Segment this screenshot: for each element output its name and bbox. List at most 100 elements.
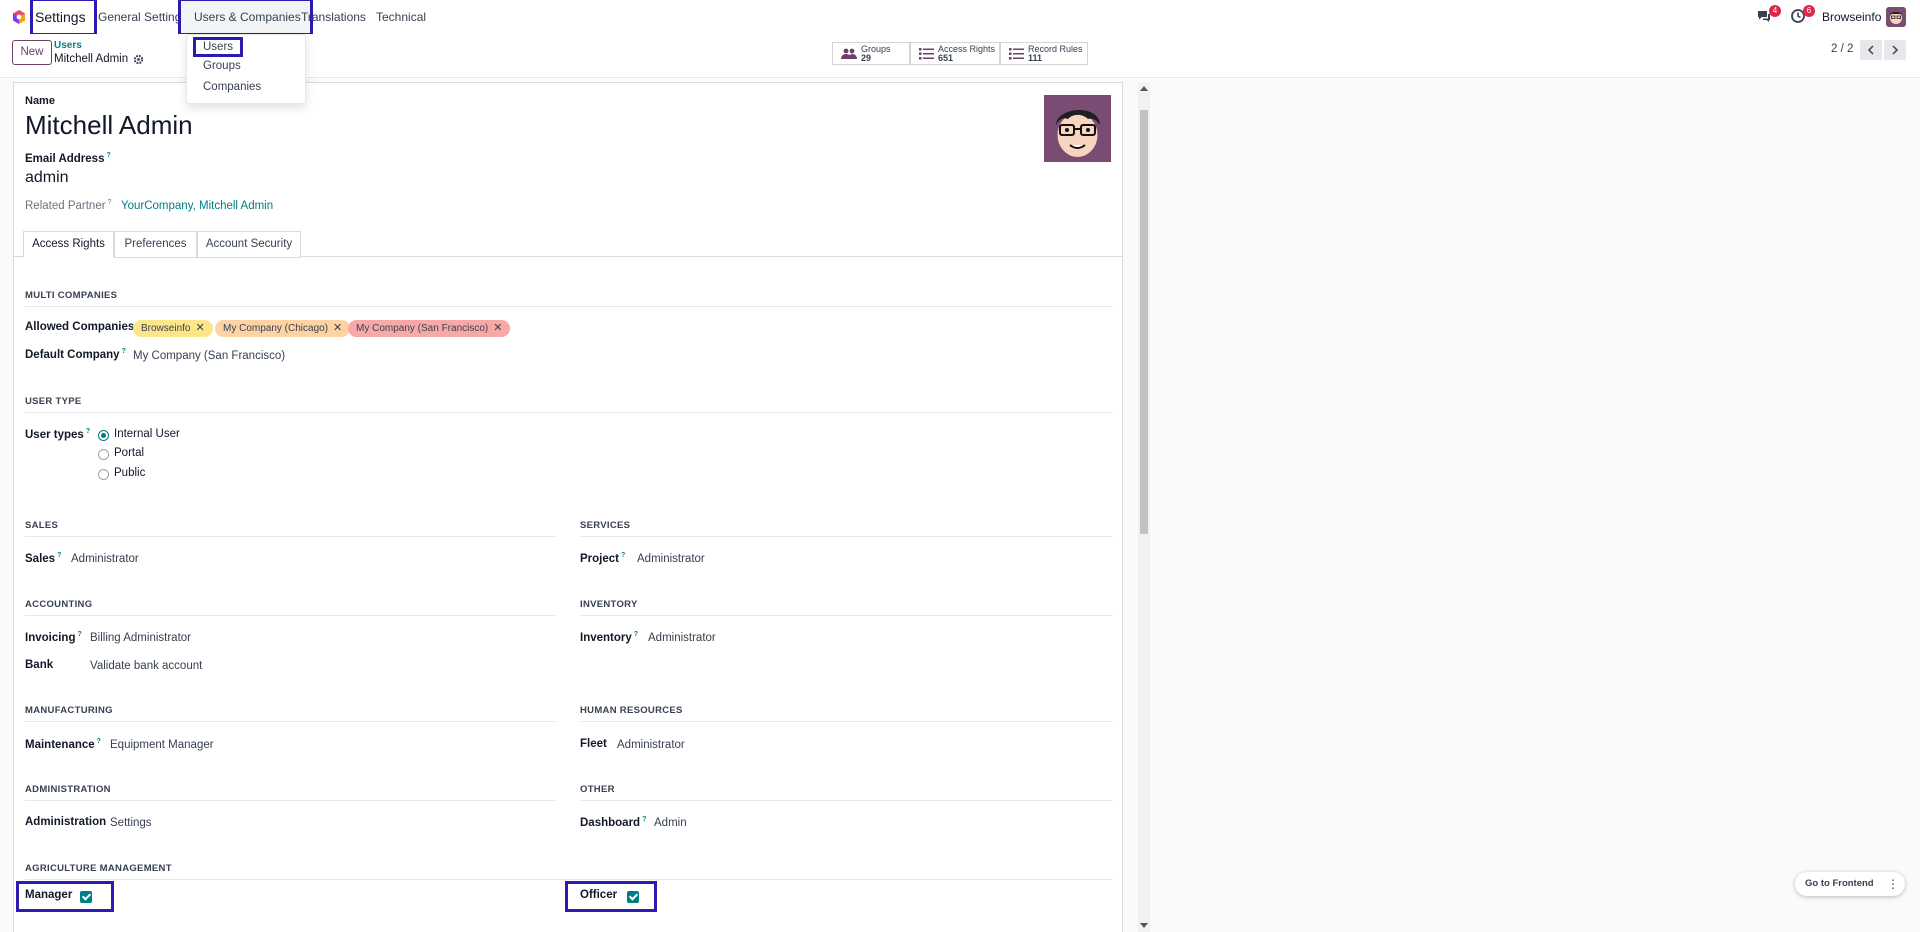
menu-users-companies[interactable]: Users & Companies	[178, 0, 313, 36]
radio-public[interactable]	[98, 469, 109, 480]
section-inventory: INVENTORY	[580, 599, 1113, 616]
related-partner-link[interactable]: YourCompany, Mitchell Admin	[121, 200, 273, 212]
help-icon[interactable]: ?	[77, 631, 81, 638]
section-accounting: ACCOUNTING	[25, 599, 556, 616]
groups-smart-button[interactable]: Groups 29	[832, 42, 910, 65]
company-tag: My Company (San Francisco) ✕	[348, 320, 511, 337]
scroll-down-arrow-icon[interactable]	[1140, 923, 1148, 928]
radio-internal-user[interactable]	[98, 430, 109, 441]
help-icon[interactable]: ?	[106, 152, 110, 159]
project-label: Project?	[580, 552, 626, 565]
menu-translations[interactable]: Translations	[301, 0, 366, 34]
fleet-label: Fleet	[580, 738, 607, 750]
section-multi-companies: MULTI COMPANIES	[25, 290, 1113, 307]
email-field[interactable]: admin	[25, 169, 69, 187]
company-switcher[interactable]: Browseinfo	[1822, 0, 1881, 34]
officer-checkbox[interactable]	[627, 891, 639, 903]
scroll-up-arrow-icon[interactable]	[1140, 86, 1148, 91]
manager-checkbox[interactable]	[80, 891, 92, 903]
form-scrollbar[interactable]	[1138, 82, 1150, 932]
default-company-field[interactable]: My Company (San Francisco)	[133, 350, 285, 362]
bank-field[interactable]: Validate bank account	[90, 660, 202, 672]
top-navbar: Settings General Settings Users & Compan…	[0, 0, 1920, 36]
section-human-resources: HUMAN RESOURCES	[580, 705, 1113, 722]
users-companies-dropdown: Users Groups Companies	[186, 34, 306, 104]
remove-tag-icon[interactable]: ✕	[493, 322, 502, 334]
app-name-settings[interactable]: Settings	[30, 0, 97, 36]
pager-value[interactable]: 2 / 2	[1831, 43, 1853, 55]
more-options-icon[interactable]: ⋮	[1881, 872, 1905, 896]
breadcrumb-current: Mitchell Admin	[54, 53, 129, 65]
email-label: Email Address?	[25, 152, 111, 165]
invoicing-field[interactable]: Billing Administrator	[90, 632, 191, 644]
user-types-label: User types?	[25, 428, 91, 441]
record-rules-count: 111	[1028, 52, 1043, 63]
help-icon[interactable]: ?	[621, 552, 625, 559]
new-button[interactable]: New	[12, 40, 52, 65]
maintenance-field[interactable]: Equipment Manager	[110, 739, 214, 751]
record-rules-smart-button[interactable]: Record Rules 111	[1000, 42, 1088, 65]
messages-badge: 4	[1769, 5, 1781, 17]
section-agriculture-management: AGRICULTURE MANAGEMENT	[25, 863, 1113, 880]
users-group-icon	[841, 48, 857, 59]
dropdown-item-companies[interactable]: Companies	[203, 81, 261, 93]
menu-technical[interactable]: Technical	[376, 0, 426, 34]
menu-general-settings[interactable]: General Settings	[98, 0, 187, 34]
remove-tag-icon[interactable]: ✕	[333, 322, 342, 334]
list-icon	[1009, 47, 1024, 59]
odoo-logo-icon[interactable]	[11, 9, 27, 25]
section-administration: ADMINISTRATION	[25, 784, 556, 801]
access-rights-smart-button[interactable]: Access Rights 651	[910, 42, 1000, 65]
remove-tag-icon[interactable]: ✕	[195, 322, 204, 334]
groups-count: 29	[861, 52, 872, 63]
messages-icon[interactable]: 4	[1756, 5, 1781, 26]
administration-label: Administration	[25, 816, 107, 828]
radio-label-internal-user: Internal User	[114, 428, 180, 440]
sales-label: Sales?	[25, 552, 62, 565]
dropdown-item-users[interactable]: Users	[192, 37, 244, 57]
pager-previous-button[interactable]	[1860, 40, 1882, 60]
project-field[interactable]: Administrator	[637, 553, 705, 565]
manager-label: Manager	[25, 889, 73, 901]
help-icon[interactable]: ?	[57, 552, 61, 559]
chevron-left-icon	[1867, 45, 1874, 55]
radio-portal[interactable]	[98, 449, 109, 460]
chevron-right-icon	[1892, 45, 1899, 55]
name-label: Name	[25, 95, 55, 107]
dashboard-label: Dashboard?	[580, 816, 647, 829]
tab-access-rights[interactable]: Access Rights	[23, 231, 114, 258]
scroll-thumb[interactable]	[1140, 110, 1148, 534]
inventory-label: Inventory?	[580, 631, 639, 644]
pager-next-button[interactable]	[1884, 40, 1906, 60]
fleet-field[interactable]: Administrator	[617, 739, 685, 751]
help-icon[interactable]: ?	[97, 738, 101, 745]
allowed-companies-tags[interactable]: Browseinfo ✕ My Company (Chicago) ✕ My Com…	[133, 320, 633, 337]
administration-field[interactable]: Settings	[110, 817, 152, 829]
section-sales: SALES	[25, 520, 556, 537]
radio-label-portal: Portal	[114, 447, 145, 459]
name-field[interactable]: Mitchell Admin	[25, 110, 193, 141]
tab-preferences[interactable]: Preferences	[114, 231, 197, 258]
user-avatar-icon[interactable]	[1886, 7, 1906, 27]
inventory-field[interactable]: Administrator	[648, 632, 716, 644]
help-icon[interactable]: ?	[122, 348, 126, 355]
access-rights-count: 651	[938, 52, 954, 63]
activities-badge: 6	[1803, 5, 1815, 17]
dropdown-item-groups[interactable]: Groups	[203, 60, 241, 72]
section-user-type: USER TYPE	[25, 396, 1113, 413]
tab-account-security[interactable]: Account Security	[197, 231, 301, 258]
dashboard-field[interactable]: Admin	[654, 817, 687, 829]
section-manufacturing: MANUFACTURING	[25, 705, 556, 722]
officer-label: Officer	[580, 889, 618, 901]
gear-icon[interactable]	[133, 54, 144, 65]
company-tag: My Company (Chicago) ✕	[215, 320, 351, 337]
help-icon[interactable]: ?	[634, 631, 638, 638]
user-photo-avatar[interactable]	[1044, 95, 1111, 162]
user-form-sheet: Name Mitchell Admin Email Address? admin…	[13, 82, 1123, 932]
sales-field[interactable]: Administrator	[71, 553, 139, 565]
help-icon[interactable]: ?	[642, 816, 646, 823]
help-icon[interactable]: ?	[108, 199, 112, 206]
help-icon[interactable]: ?	[86, 428, 90, 435]
breadcrumb-users[interactable]: Users	[54, 40, 82, 51]
activities-clock-icon[interactable]: 6	[1790, 5, 1815, 26]
